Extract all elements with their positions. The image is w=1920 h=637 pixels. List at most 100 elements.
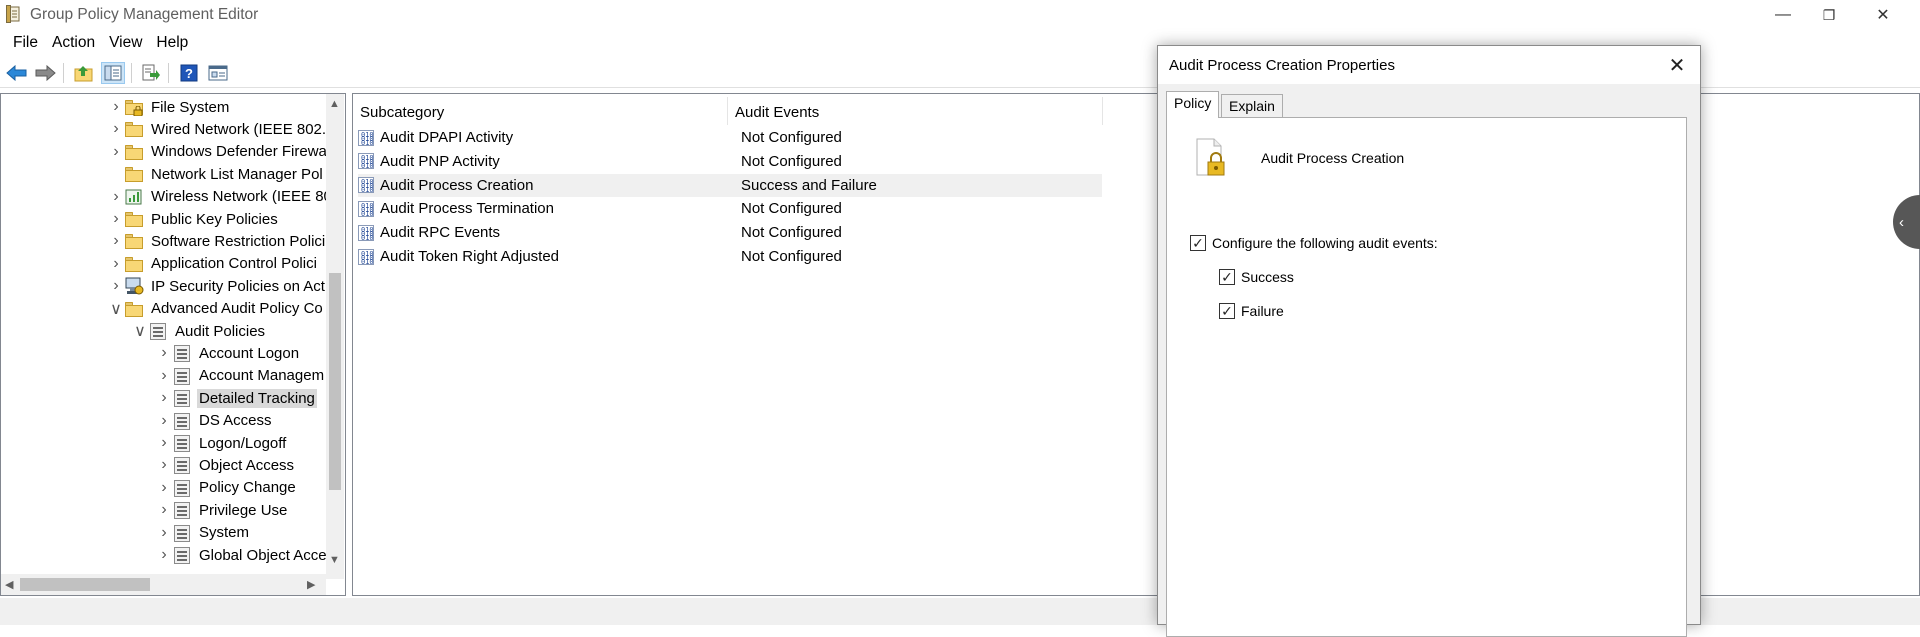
tree-item[interactable]: › Privilege Use [156,499,289,521]
chevron-right-icon[interactable]: › [156,389,172,407]
tree-item[interactable]: ∨ Audit Policies [132,320,267,342]
tree-item[interactable]: › Account Logon [156,342,301,364]
folder-icon [124,120,144,138]
failure-checkbox[interactable]: ✓ [1219,303,1235,319]
help-icon[interactable]: ? [177,62,201,84]
chevron-right-icon[interactable]: › [156,456,172,474]
tree-item[interactable]: Network List Manager Pol [108,163,325,185]
tab-explain[interactable]: Explain [1221,94,1283,118]
success-checkbox[interactable]: ✓ [1219,269,1235,285]
configure-audit-checkbox[interactable]: ✓ [1190,235,1206,251]
tree-item-label: Policy Change [199,479,296,497]
tree-item[interactable]: › DS Access [156,410,274,432]
chevron-down-icon[interactable]: ∨ [132,321,148,341]
tree-item[interactable]: › Logon/Logoff [156,432,288,454]
scroll-left-icon[interactable]: ◀ [5,578,13,591]
minimize-button[interactable]: — [1760,0,1806,30]
menu-view[interactable]: View [102,34,149,52]
tree-item[interactable]: › Application Control Polici [108,253,319,275]
subcategory-cell: Audit Process Termination [380,200,554,218]
folder-icon [124,210,144,228]
chevron-right-icon[interactable]: › [156,524,172,542]
audit-category-icon [172,434,192,452]
show-hide-tree-icon[interactable] [101,62,125,84]
toolbar-separator [131,63,132,83]
chevron-right-icon[interactable]: › [108,98,124,116]
tree-item[interactable]: › Global Object Acce [156,544,329,566]
tree-item[interactable]: › Public Key Policies [108,208,280,230]
chevron-right-icon[interactable]: › [108,277,124,295]
subcategory-cell: Audit PNP Activity [380,152,500,170]
chevron-right-icon[interactable]: › [156,546,172,564]
tree-vertical-scroll-thumb[interactable] [329,273,341,490]
tree-horizontal-scroll-thumb[interactable] [20,578,150,591]
chevron-right-icon[interactable]: › [156,434,172,452]
column-divider[interactable] [1102,97,1103,125]
dialog-close-icon[interactable]: ✕ [1660,50,1694,80]
close-button[interactable]: ✕ [1860,0,1906,30]
scroll-down-icon[interactable]: ▼ [329,554,340,566]
tree-item[interactable]: › Policy Change [156,477,298,499]
list-item[interactable]: 010 010 010 Audit PNP Activity Not Configure… [358,150,1102,173]
list-item[interactable]: 010 010 010 Audit DPAPI Activity Not Configu… [358,126,1102,149]
audit-category-icon [172,412,192,430]
chevron-right-icon[interactable]: › [156,412,172,430]
tree-item[interactable]: › System [156,522,251,544]
menu-file[interactable]: File [6,34,45,52]
back-icon[interactable] [5,62,29,84]
audit-category-icon [172,456,192,475]
tab-policy[interactable]: Policy [1166,91,1220,118]
window-titlebar [0,0,1920,30]
audit-events-cell: Not Configured [741,224,842,242]
chevron-right-icon[interactable]: › [156,501,172,519]
chevron-right-icon[interactable]: › [108,255,124,273]
audit-category-icon [172,501,192,520]
chevron-right-icon[interactable]: › [156,367,172,385]
audit-events-cell: Not Configured [741,248,842,265]
wireless-network-icon [124,188,144,206]
chevron-left-icon[interactable]: ‹ [1899,214,1904,231]
tree-item[interactable]: › Wired Network (IEEE 802.3 [108,118,336,140]
tree-item-label: Software Restriction Polici [151,232,326,250]
chevron-right-icon[interactable]: › [156,479,172,497]
up-folder-icon[interactable] [72,62,96,84]
scroll-right-icon[interactable]: ▶ [307,578,315,591]
list-item[interactable]: 010 010 010 Audit Process Termination Not Co… [358,197,1102,220]
scroll-up-icon[interactable]: ▲ [329,98,340,110]
chevron-right-icon[interactable]: › [108,232,124,250]
menu-help[interactable]: Help [149,34,195,52]
properties-view-icon[interactable] [206,62,230,84]
chevron-right-icon[interactable]: › [156,344,172,362]
column-header-subcategory[interactable]: Subcategory [360,100,444,124]
list-item[interactable]: 010 010 010 Audit RPC Events Not Configured [358,221,1102,244]
failure-label: Failure [1241,303,1284,319]
tree-item-label: Wired Network (IEEE 802.3 [151,120,335,138]
chevron-right-icon[interactable]: › [108,120,124,138]
tree-item[interactable]: › Object Access [156,454,296,476]
tree-item-label: Privilege Use [199,501,288,519]
chevron-down-icon[interactable]: ∨ [108,299,124,319]
menu-action[interactable]: Action [45,34,102,52]
audit-subcategory-icon: 010 010 010 [358,248,374,265]
list-item[interactable]: 010 010 010 Audit Process Creation Success a… [358,173,1102,197]
column-divider[interactable] [727,97,728,125]
tree-item[interactable]: › IP Security Policies on Act [108,275,327,297]
subcategory-cell: Audit RPC Events [380,224,501,242]
tree-item[interactable]: › Account Managem [156,365,326,387]
column-header-audit-events[interactable]: Audit Events [735,100,819,124]
tree-item[interactable]: › Software Restriction Polici [108,230,327,252]
tree-item-label: Public Key Policies [151,210,278,228]
tree-item[interactable]: › File System [108,96,231,118]
forward-icon[interactable] [33,62,57,84]
restore-button[interactable]: ❐ [1806,0,1852,30]
tree-item[interactable]: › Wireless Network (IEEE 802 [108,186,342,208]
tree-item[interactable]: › Windows Defender Firewa [108,141,329,163]
audit-category-icon [172,367,192,385]
export-list-icon[interactable] [139,62,163,84]
tree-item[interactable]: › Detailed Tracking [156,387,317,409]
chevron-right-icon[interactable]: › [108,188,124,206]
chevron-right-icon[interactable]: › [108,143,124,161]
tree-item[interactable]: ∨ Advanced Audit Policy Co [108,298,325,320]
chevron-right-icon[interactable]: › [108,210,124,228]
list-item[interactable]: 010 010 010 Audit Token Right Adjusted Not C… [358,245,1102,268]
